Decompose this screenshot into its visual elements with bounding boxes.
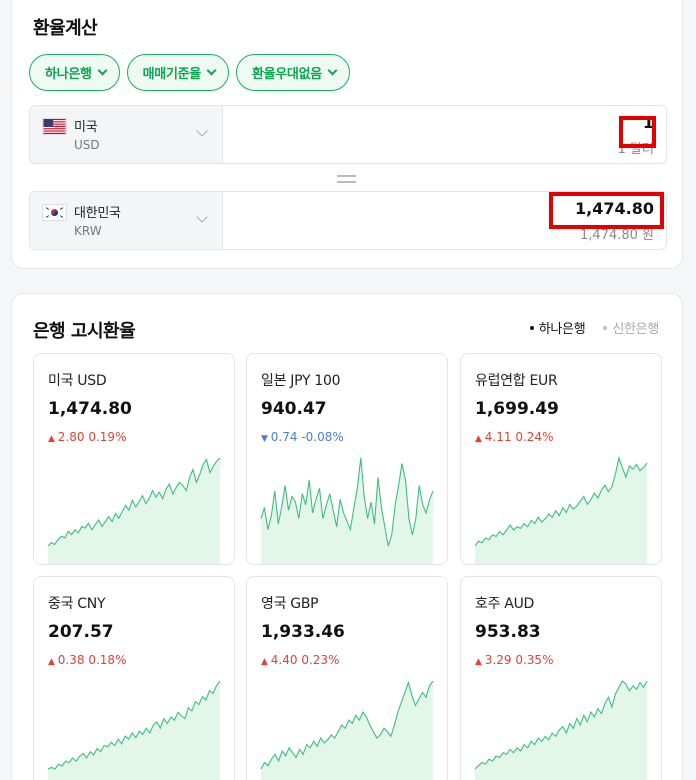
exchange-rate: 1,933.46 [261, 622, 345, 642]
sparkline-area [261, 458, 433, 564]
rate-type-chip[interactable]: 매매기준율 [126, 54, 229, 91]
exchange-rate: 207.57 [48, 622, 114, 642]
trend-sparkline [260, 457, 434, 564]
triangle-up-icon: ▲ [48, 434, 58, 444]
sparkline-area [261, 681, 433, 780]
to-currency-select[interactable]: 대한민국 KRW [30, 192, 223, 249]
from-currency-select[interactable]: 미국 USD [30, 106, 223, 163]
chevron-down-icon [327, 65, 338, 76]
change-amount: 4.11 [484, 430, 512, 444]
change-amount: 3.29 [484, 653, 512, 667]
rates-title: 은행 고시환율 [33, 321, 136, 342]
trend-sparkline [474, 456, 648, 564]
change-amount: 0.38 [57, 653, 85, 667]
currency-name: 호주 AUD [475, 596, 535, 612]
currency-name: 유럽연합 EUR [475, 373, 558, 389]
trend-sparkline [47, 457, 221, 564]
triangle-up-icon: ▲ [261, 657, 271, 667]
highlight-box [549, 192, 664, 229]
sparkline-area [48, 681, 220, 780]
rate-change: ▼ 0.74 -0.08% [261, 430, 344, 444]
filter-chips: 하나은행 매매기준율 환율우대없음 [29, 54, 350, 91]
change-amount: 0.74 [270, 430, 298, 444]
tab-hana-bank[interactable]: 하나은행 [529, 318, 586, 337]
chevron-down-icon [196, 125, 208, 137]
bank-tabs: 하나은행 신한은행 [529, 318, 659, 337]
rate-change: ▲ 3.29 0.35% [475, 653, 553, 667]
chevron-down-icon [206, 65, 217, 76]
currency-name: 영국 GBP [261, 596, 319, 612]
bank-chip-label: 하나은행 [45, 67, 92, 82]
change-percent: 0.35% [515, 653, 554, 667]
change-amount: 4.40 [270, 653, 298, 667]
exchange-rate: 1,699.49 [475, 399, 559, 419]
chevron-down-icon [196, 211, 208, 223]
to-currency-code: KRW [74, 224, 102, 238]
from-currency-code: USD [74, 138, 100, 152]
trend-sparkline [260, 680, 434, 780]
preferential-rate-chip[interactable]: 환율우대없음 [235, 54, 350, 91]
triangle-up-icon: ▲ [48, 657, 58, 667]
us-flag-icon [42, 118, 67, 135]
bank-select-chip[interactable]: 하나은행 [29, 54, 120, 91]
from-currency-row: 미국 USD 1 1 달러 [29, 105, 667, 164]
trend-sparkline [474, 680, 648, 780]
bank-rates-card: 은행 고시환율 하나은행 신한은행 미국 USD 1,474.80 ▲ 2.80 0… [11, 293, 683, 780]
rate-card[interactable]: 호주 AUD 953.83 ▲ 3.29 0.35% [460, 576, 662, 780]
exchange-rate: 1,474.80 [48, 399, 132, 419]
rate-change: ▲ 2.80 0.19% [48, 430, 126, 444]
tab-label: 신한은행 [612, 322, 659, 337]
highlight-box [619, 116, 656, 148]
tab-label: 하나은행 [538, 322, 586, 337]
rate-change: ▲ 4.11 0.24% [475, 430, 553, 444]
rate-card[interactable]: 유럽연합 EUR 1,699.49 ▲ 4.11 0.24% [460, 353, 662, 565]
exchange-rate: 953.83 [475, 622, 541, 642]
change-percent: -0.08% [301, 430, 344, 444]
kr-flag-icon [42, 204, 67, 221]
chevron-down-icon [97, 65, 108, 76]
currency-name: 미국 USD [48, 373, 107, 389]
calculator-title: 환율계산 [33, 18, 98, 39]
trend-sparkline [47, 680, 221, 780]
to-country-name: 대한민국 [74, 206, 121, 221]
change-percent: 0.23% [301, 653, 340, 667]
equals-icon [337, 175, 356, 183]
rate-change: ▲ 0.38 0.18% [48, 653, 126, 667]
rate-change: ▲ 4.40 0.23% [261, 653, 339, 667]
bullet-icon [603, 325, 608, 330]
tab-shinhan-bank[interactable]: 신한은행 [603, 318, 659, 337]
rate-card[interactable]: 미국 USD 1,474.80 ▲ 2.80 0.19% [33, 353, 235, 565]
rate-card[interactable]: 일본 JPY 100 940.47 ▼ 0.74 -0.08% [246, 353, 448, 565]
currency-name: 일본 JPY 100 [261, 373, 341, 389]
from-country-name: 미국 [74, 120, 98, 135]
change-percent: 0.24% [515, 430, 554, 444]
rate-card[interactable]: 영국 GBP 1,933.46 ▲ 4.40 0.23% [246, 576, 448, 780]
bullet-icon [529, 325, 534, 330]
triangle-down-icon: ▼ [261, 434, 271, 444]
change-percent: 0.18% [88, 653, 127, 667]
change-amount: 2.80 [57, 430, 85, 444]
change-percent: 0.19% [88, 430, 127, 444]
triangle-up-icon: ▲ [475, 434, 485, 444]
preferential-chip-label: 환율우대없음 [251, 67, 322, 82]
triangle-up-icon: ▲ [475, 657, 485, 667]
rate-card[interactable]: 중국 CNY 207.57 ▲ 0.38 0.18% [33, 576, 235, 780]
currency-name: 중국 CNY [48, 596, 106, 612]
exchange-rate: 940.47 [261, 399, 327, 419]
rate-type-chip-label: 매매기준율 [142, 67, 202, 82]
sparkline-area [475, 681, 647, 780]
